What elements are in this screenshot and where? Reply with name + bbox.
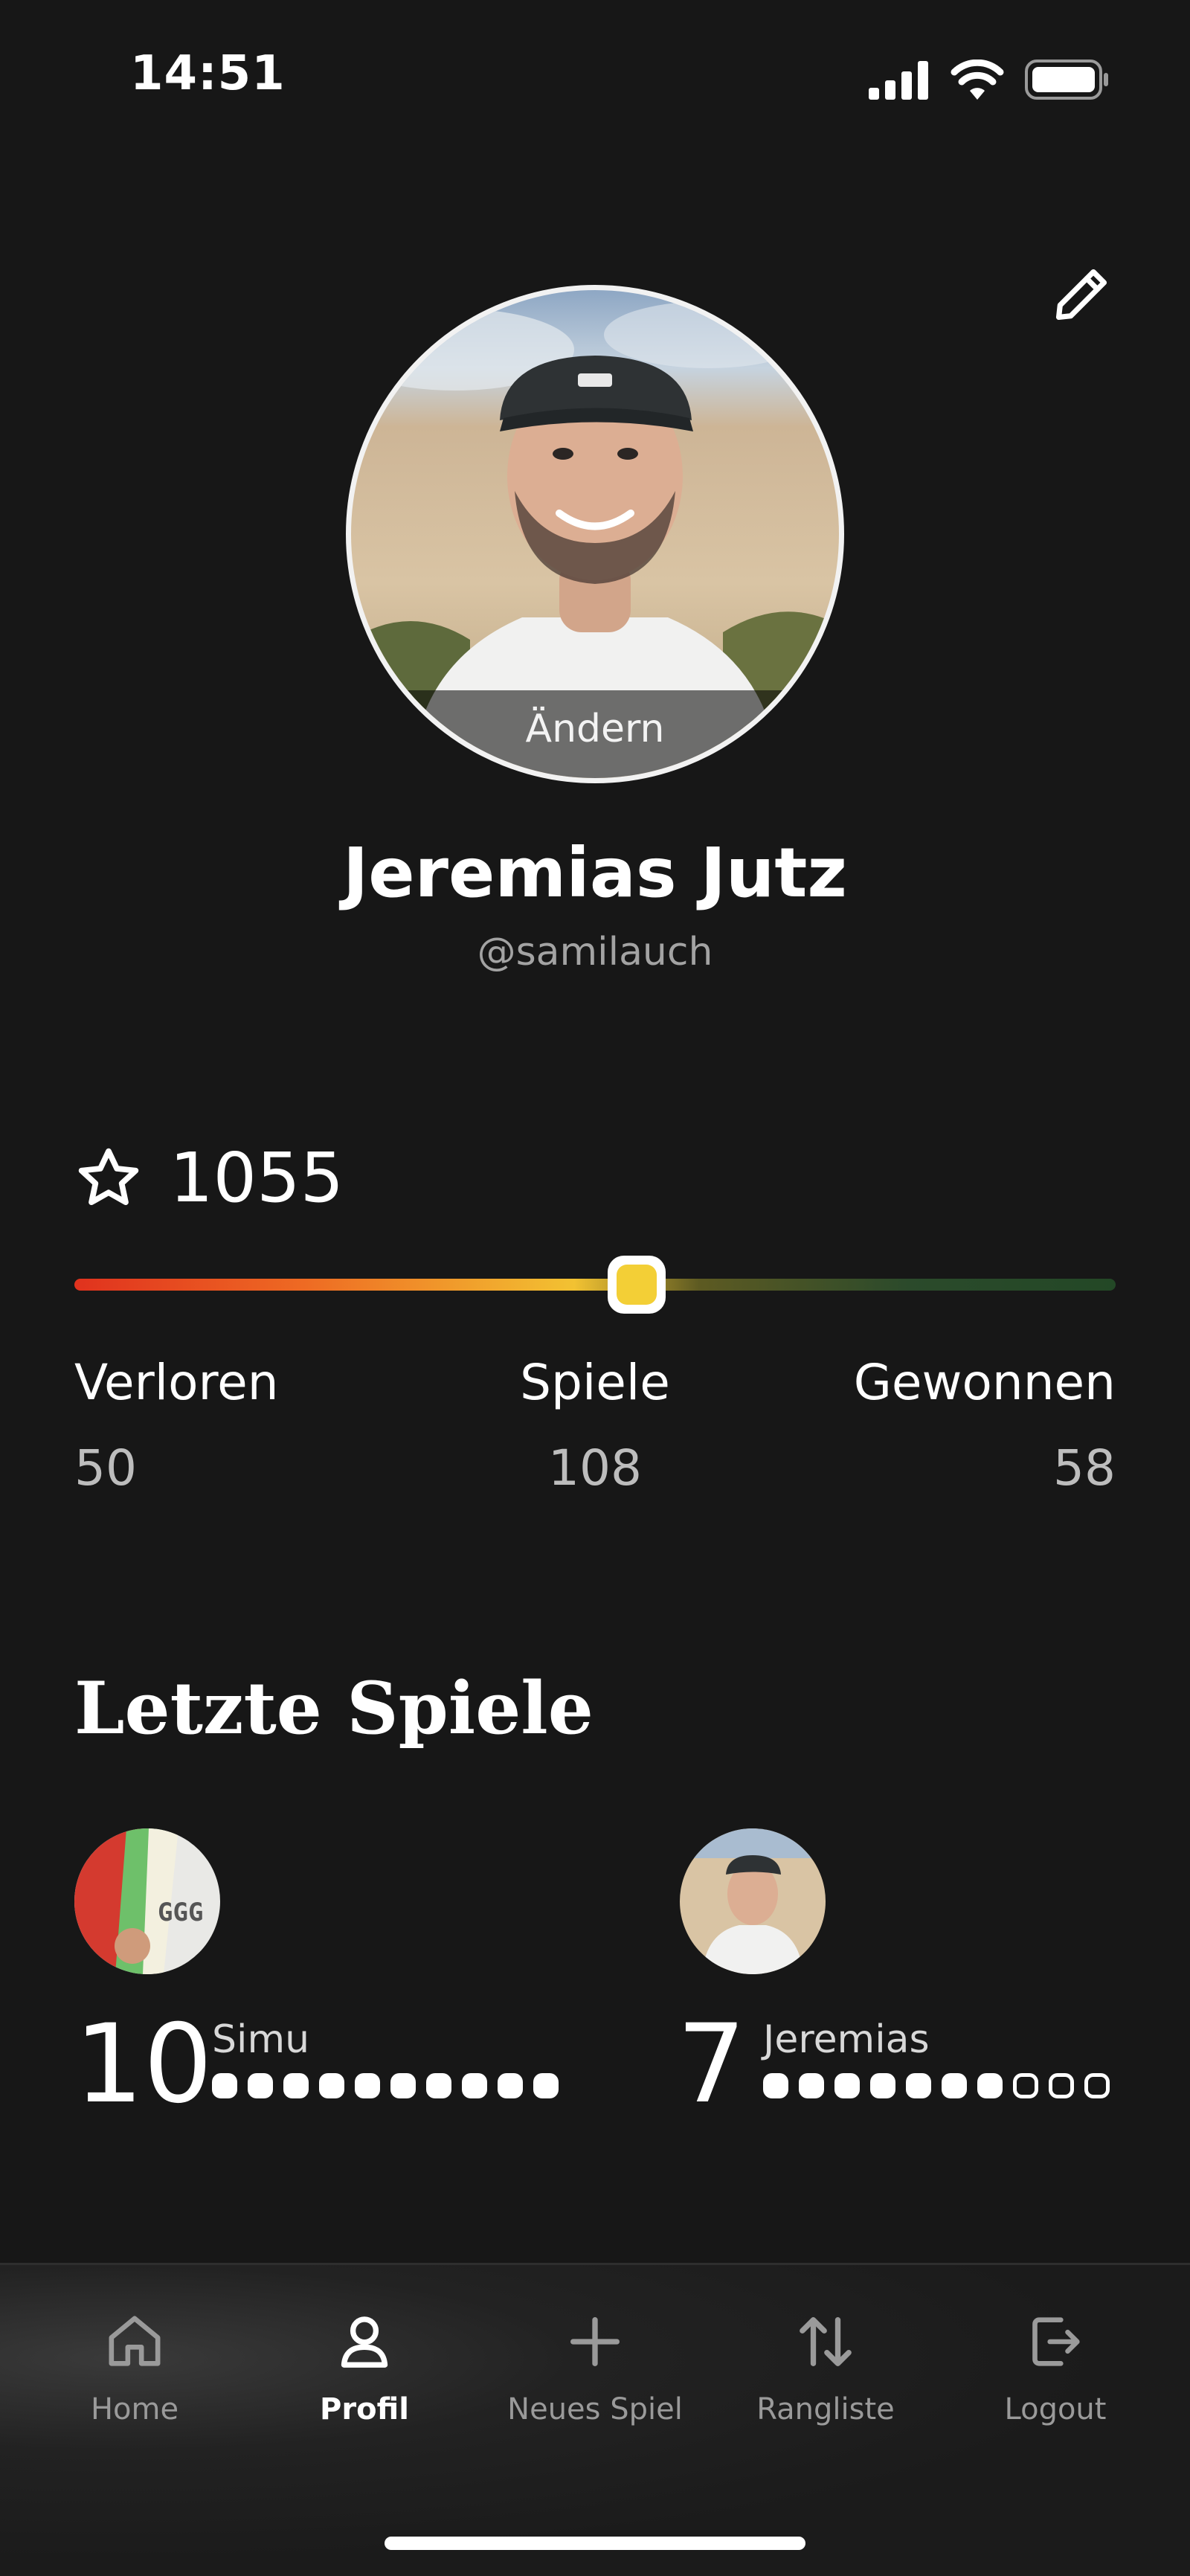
cellular-signal-icon [869,61,928,100]
progress-dot-filled [498,2073,523,2098]
user-icon [341,2316,388,2368]
status-time: 14:51 [130,46,286,101]
player-photo [680,1828,826,1974]
stat-won-label: Gewonnen [853,1354,1116,1411]
nav-home-label: Home [90,2392,179,2426]
player-score: 7 [677,2001,746,2127]
player-avatar-jeremias [680,1828,826,1974]
progress-dot-filled [319,2073,344,2098]
rating-value: 1055 [170,1138,344,1218]
player-photo: GGG [74,1828,220,1974]
player-progress-dots [212,2073,559,2098]
rating-bar [74,1279,1116,1291]
recent-games-title: Letzte Spiele [74,1666,594,1750]
battery-icon [1025,60,1108,100]
progress-dot-filled [977,2073,1003,2098]
progress-dot-filled [248,2073,273,2098]
edit-profile-button[interactable] [1047,260,1116,329]
progress-dot-filled [355,2073,380,2098]
player-progress-dots [763,2073,1110,2098]
player-avatar-simu: GGG [74,1828,220,1974]
svg-text:GGG: GGG [158,1898,203,1927]
progress-dot-filled [906,2073,931,2098]
progress-dot-empty [1049,2073,1074,2098]
plus-icon [570,2317,620,2366]
nav-profil-label: Profil [320,2392,409,2426]
progress-dot-filled [942,2073,967,2098]
swap-arrows-icon [800,2317,852,2366]
wifi-icon [951,60,1004,100]
stat-games-value: 108 [548,1439,642,1497]
progress-dot-filled [834,2073,860,2098]
progress-dot-filled [426,2073,451,2098]
progress-dot-filled [870,2073,895,2098]
nav-logout-label: Logout [1004,2392,1107,2426]
change-avatar-label[interactable]: Ändern [351,690,839,778]
nav-rangliste-label: Rangliste [756,2392,895,2426]
logout-icon [1032,2317,1080,2366]
rating-row: 1055 [74,1138,344,1218]
stat-games-label: Spiele [520,1354,670,1411]
nav-profil[interactable]: Profil [253,2304,476,2426]
progress-dot-filled [799,2073,824,2098]
nav-logout[interactable]: Logout [944,2304,1167,2426]
nav-neues-spiel-label: Neues Spiel [507,2392,683,2426]
nav-home[interactable]: Home [23,2304,246,2426]
nav-rangliste[interactable]: Rangliste [714,2304,937,2426]
rating-thumb [608,1256,666,1314]
status-icons [869,58,1110,100]
profile-name: Jeremias Jutz [343,833,847,913]
stat-lost-label: Verloren [74,1354,279,1411]
home-indicator [385,2537,805,2550]
player-score: 10 [74,2001,213,2127]
progress-dot-filled [390,2073,416,2098]
profile-handle: @samilauch [477,930,713,974]
stat-won-value: 58 [1053,1439,1116,1497]
player-name: Jeremias [763,2017,930,2062]
profile-avatar[interactable]: Ändern [346,285,844,783]
progress-dot-filled [763,2073,788,2098]
progress-dot-empty [1084,2073,1110,2098]
progress-dot-filled [283,2073,309,2098]
stat-lost-value: 50 [74,1439,137,1497]
player-name: Simu [212,2017,310,2062]
progress-dot-filled [212,2073,237,2098]
pencil-icon [1055,269,1107,321]
progress-dot-empty [1013,2073,1038,2098]
nav-neues-spiel[interactable]: Neues Spiel [483,2304,707,2426]
progress-dot-filled [462,2073,487,2098]
progress-dot-filled [533,2073,559,2098]
star-icon [78,1148,139,1205]
home-icon [109,2316,161,2366]
